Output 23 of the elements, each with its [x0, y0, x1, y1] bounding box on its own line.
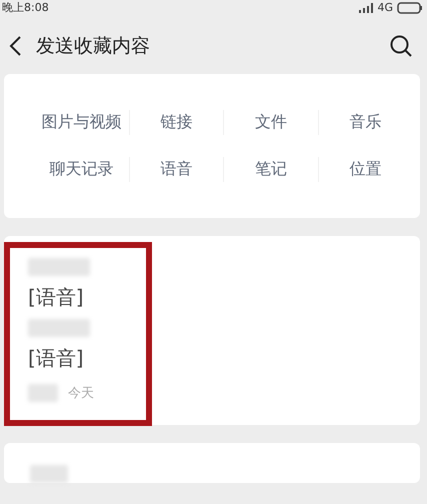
message-preview: [语音] — [28, 284, 85, 311]
category-link[interactable]: 笔记 — [223, 157, 318, 182]
favorite-item[interactable]: [语音] [语音] 今天 — [4, 236, 420, 425]
page-title: 发送收藏内容 — [36, 34, 151, 59]
category-link[interactable]: 语音 — [128, 157, 223, 182]
category-link[interactable]: 链接 — [128, 110, 223, 135]
redacted-text — [28, 384, 58, 402]
battery-icon — [397, 2, 423, 14]
redacted-text — [30, 465, 68, 483]
signal-icon — [359, 2, 374, 12]
redacted-text — [28, 319, 90, 337]
search-button[interactable] — [389, 34, 413, 58]
category-link[interactable]: 文件 — [223, 110, 318, 135]
category-link[interactable]: 音乐 — [318, 110, 412, 135]
redacted-text — [28, 258, 90, 276]
network-type: 4G — [377, 1, 393, 14]
item-date: 今天 — [68, 385, 94, 402]
message-preview: [语音] — [28, 345, 85, 372]
category-link[interactable]: 位置 — [318, 157, 412, 182]
category-link[interactable]: 聊天记录 — [34, 157, 128, 182]
category-link[interactable]: 图片与视频 — [34, 110, 128, 135]
back-button[interactable] — [8, 35, 22, 57]
status-time: 晚上8:08 — [2, 1, 49, 14]
